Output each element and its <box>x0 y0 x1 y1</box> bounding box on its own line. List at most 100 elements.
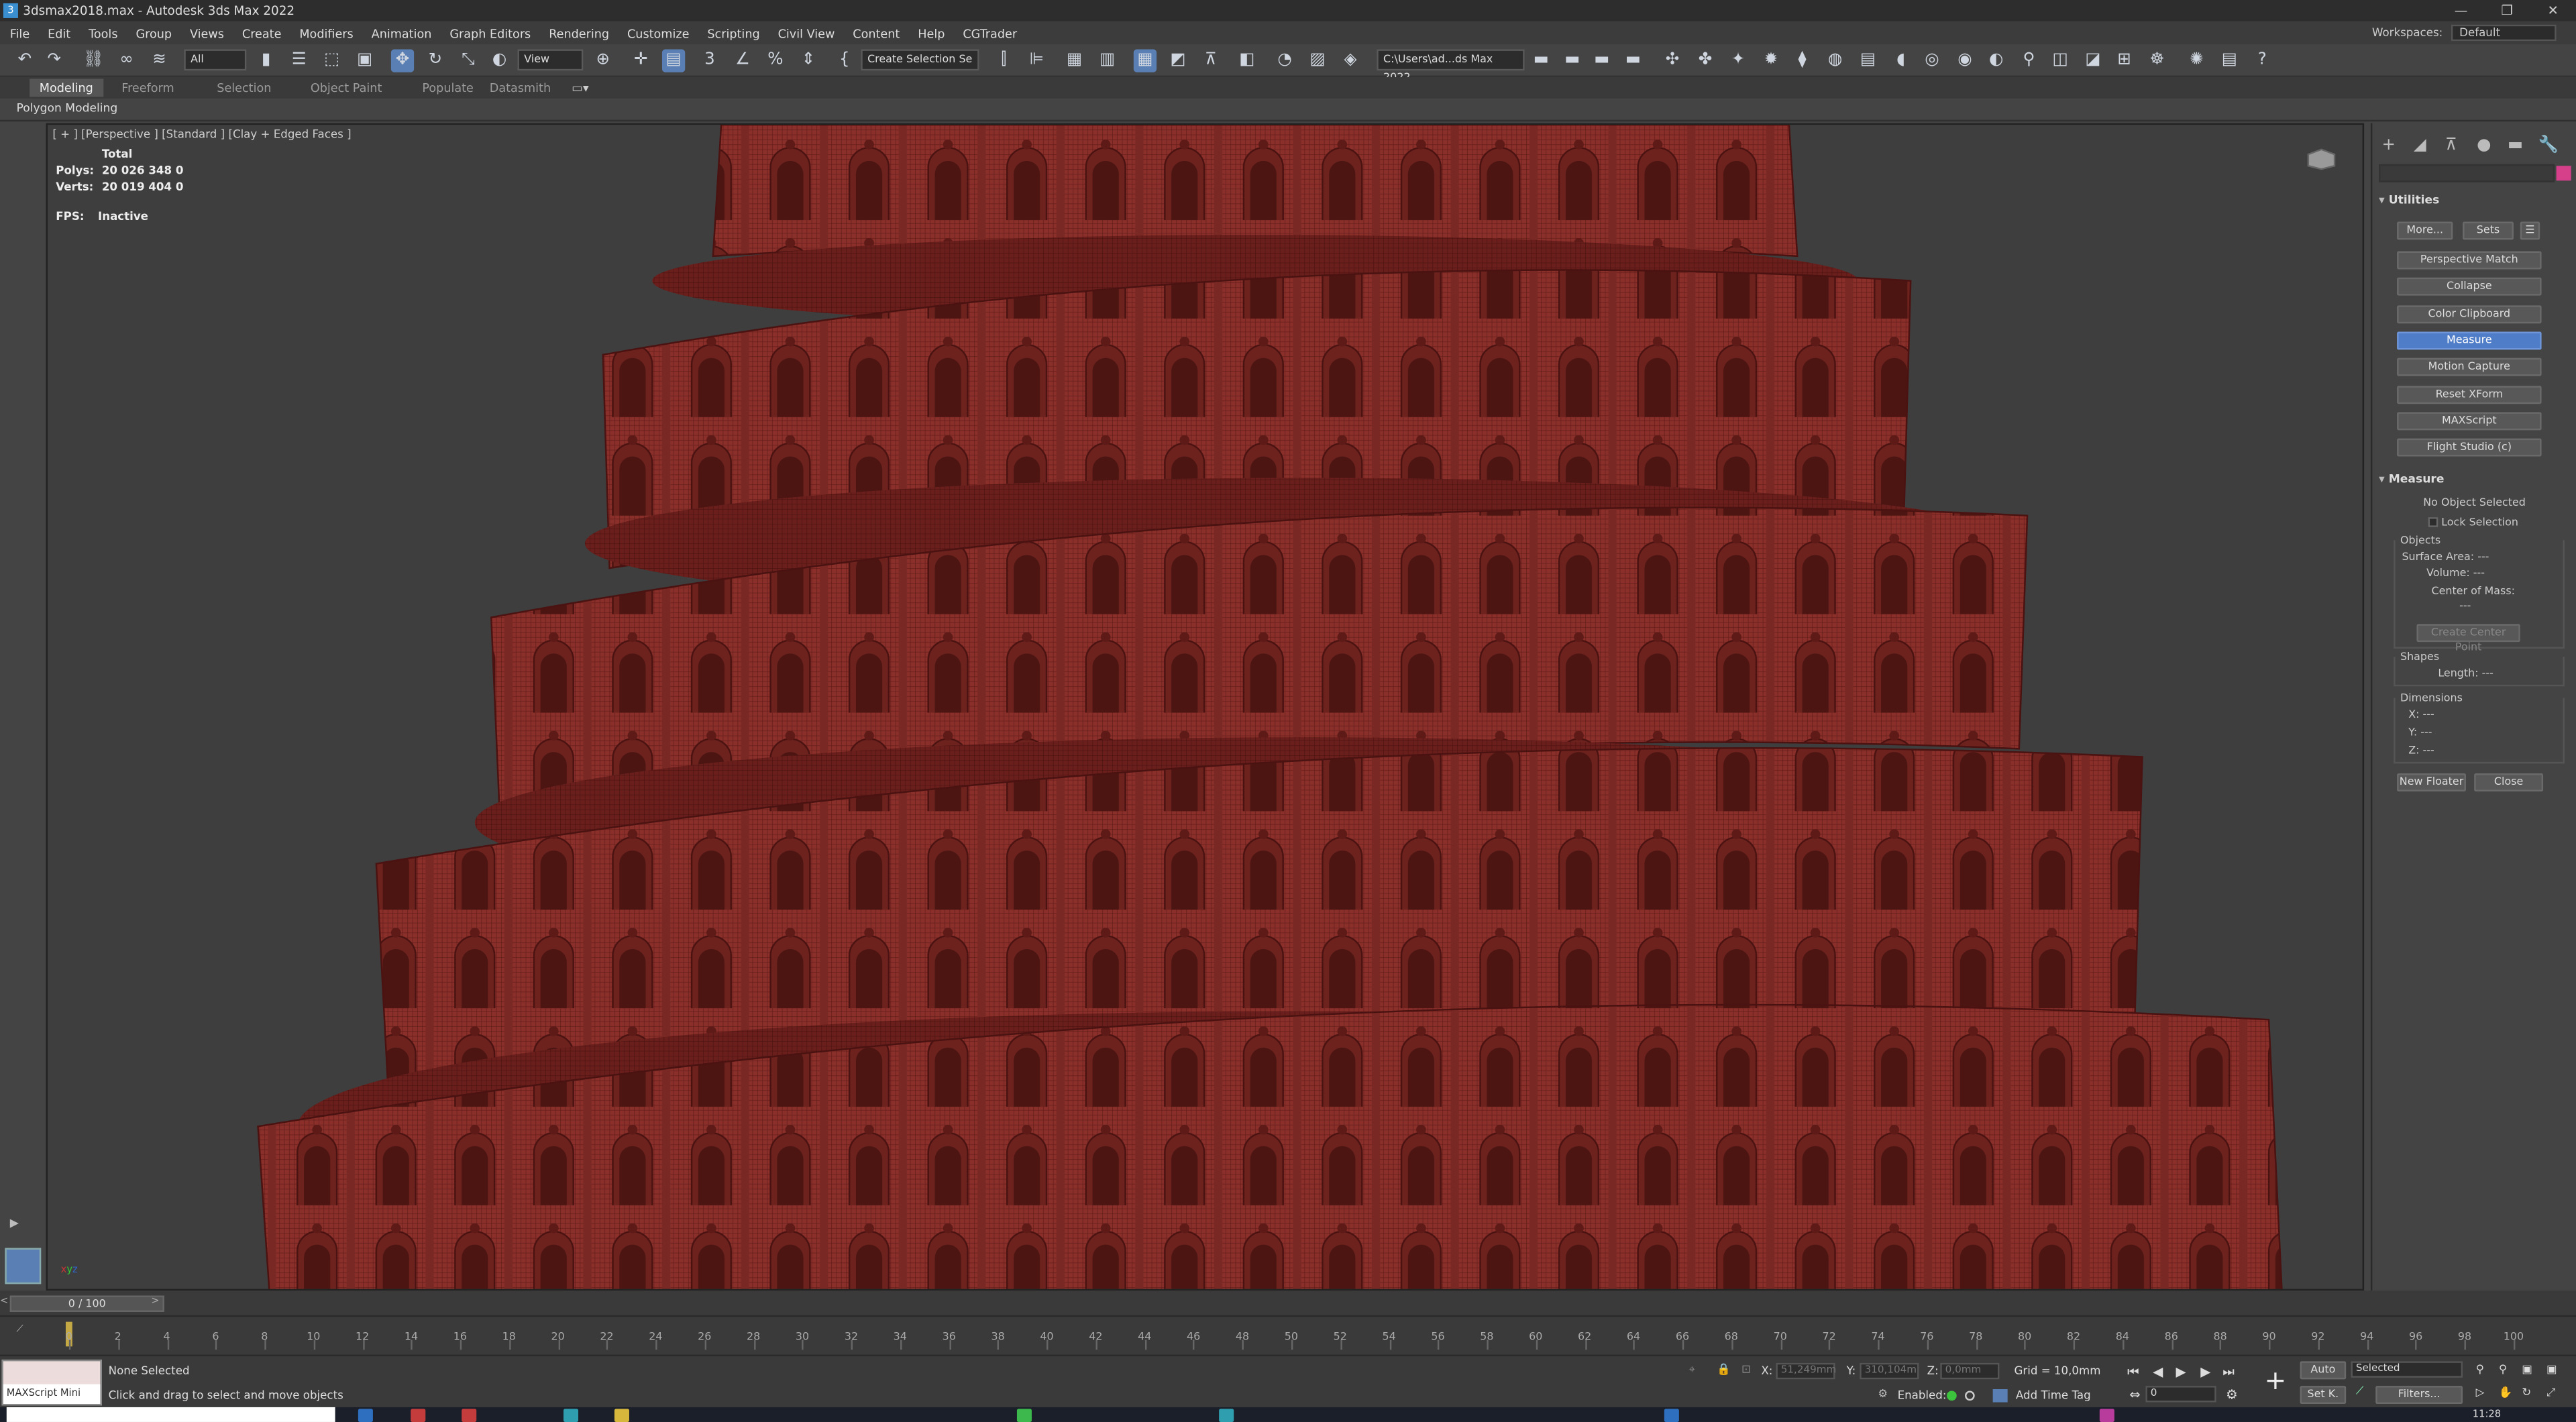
plugin-icon-6[interactable]: ◍ <box>1823 49 1846 72</box>
utility-button-perspective-match[interactable]: Perspective Match <box>2397 251 2542 270</box>
utility-button-measure[interactable]: Measure <box>2397 331 2542 350</box>
reference-coord-dropdown[interactable]: View <box>517 49 584 71</box>
utilities-rollout-title[interactable]: Utilities <box>2379 194 2568 207</box>
mirror-icon[interactable]: ⫿ <box>992 49 1015 72</box>
taskbar-app-icon-8[interactable] <box>2099 1409 2114 1422</box>
redo-icon[interactable]: ↷ <box>43 49 66 72</box>
layer-explorer-icon[interactable]: ▥ <box>1095 49 1118 72</box>
taskbar-app-icon-1[interactable] <box>358 1409 373 1422</box>
taskbar-app-icon-4[interactable] <box>564 1409 579 1422</box>
taskbar-3dsmax-icon[interactable] <box>1664 1409 1679 1422</box>
ribbon-tab-freeform[interactable]: Freeform <box>121 80 174 95</box>
link-icon[interactable]: ⛓ <box>82 49 105 72</box>
3ds-max-icon[interactable]: 3 <box>3 3 18 18</box>
plugin-icon-17[interactable]: ✺ <box>2185 49 2208 72</box>
next-frame-icon[interactable]: ▶ <box>2196 1363 2214 1381</box>
isolate-selection-icon[interactable]: ⌖ <box>1689 1363 1695 1378</box>
key-filter-selected-dropdown[interactable]: Selected <box>2351 1361 2463 1378</box>
selection-lock-icon[interactable]: 🔒 <box>1717 1363 1731 1376</box>
menu-create[interactable]: Create <box>242 25 282 40</box>
maxscript-mini-input[interactable]: MAXScript Mini <box>3 1384 101 1405</box>
select-by-name-icon[interactable]: ☰ <box>288 49 311 72</box>
unlink-icon[interactable]: ∞ <box>115 49 138 72</box>
x-coordinate-field[interactable]: 51,249mm <box>1776 1362 1836 1380</box>
auto-key-button[interactable]: Auto <box>2300 1361 2347 1380</box>
measure-rollout-title[interactable]: Measure <box>2379 473 2568 486</box>
plugin-icon-18[interactable]: ▤ <box>2218 49 2241 72</box>
angle-snap-icon[interactable]: ∠ <box>731 49 754 72</box>
goto-end-icon[interactable]: ⏭ <box>2220 1363 2238 1381</box>
utility-button-collapse[interactable]: Collapse <box>2397 278 2542 296</box>
object-color-swatch[interactable] <box>2556 166 2571 181</box>
time-slider-prev-icon[interactable]: < <box>0 1295 10 1307</box>
menu-animation[interactable]: Animation <box>372 25 432 40</box>
toggle-ribbon-icon[interactable]: ▦ <box>1133 49 1157 72</box>
select-object-icon[interactable]: ▮ <box>255 49 278 72</box>
time-tag-indicator-icon[interactable] <box>1965 1390 1975 1401</box>
scene-explorer-icon[interactable]: ▦ <box>1063 49 1086 72</box>
plugin-icon-5[interactable]: ⧫ <box>1790 49 1813 72</box>
time-slider[interactable]: 0 / 100 <box>9 1295 164 1312</box>
render-production-icon[interactable]: ◈ <box>1339 49 1362 72</box>
plugin-icon-3[interactable]: ✦ <box>1727 49 1750 72</box>
maximize-viewport-icon[interactable]: ⤢ <box>2546 1386 2555 1401</box>
save-project-icon[interactable]: ▬ <box>1561 49 1584 72</box>
utility-button-motion-capture[interactable]: Motion Capture <box>2397 358 2542 377</box>
plugin-icon-13[interactable]: ◫ <box>2049 49 2072 72</box>
ribbon-tab-populate[interactable]: Populate <box>422 80 473 95</box>
keyboard-shortcut-override-icon[interactable]: ▤ <box>661 49 686 72</box>
zoom-extents-icon[interactable]: ▣ <box>2522 1363 2532 1376</box>
plugin-icon-4[interactable]: ✹ <box>1760 49 1782 72</box>
select-move-icon[interactable]: ✥ <box>390 49 415 72</box>
project-path-dropdown[interactable]: C:\Users\ad...ds Max 2022 <box>1377 49 1525 84</box>
zoom-extents-all-icon[interactable]: ▣ <box>2546 1363 2557 1376</box>
expand-layout-icon[interactable]: ▶ <box>10 1217 26 1233</box>
y-coordinate-field[interactable]: 310,104m <box>1860 1362 1919 1380</box>
menu-edit[interactable]: Edit <box>48 25 70 40</box>
plugin-icon-7[interactable]: ▤ <box>1856 49 1879 72</box>
create-center-point-button[interactable]: Create Center Point <box>2416 624 2520 653</box>
hierarchy-tab-icon[interactable]: ⊼ <box>2441 136 2461 156</box>
taskbar-search-box[interactable] <box>6 1407 335 1422</box>
plugin-icon-9[interactable]: ◎ <box>1921 49 1943 72</box>
plugin-icon-15[interactable]: ⊞ <box>2112 49 2135 72</box>
previous-frame-icon[interactable]: ◀ <box>2149 1363 2167 1381</box>
time-configuration-icon[interactable]: ⚙ <box>2222 1386 2241 1404</box>
menu-scripting[interactable]: Scripting <box>707 25 759 40</box>
rectangular-selection-icon[interactable]: ⬚ <box>321 49 343 72</box>
enabled-indicator-icon[interactable] <box>1947 1390 1957 1401</box>
viewport-label-menu[interactable]: [ + ] [Perspective ] [Standard ] [Clay +… <box>52 128 351 142</box>
viewcube-icon[interactable] <box>2303 148 2339 170</box>
utility-button-maxscript[interactable]: MAXScript <box>2397 411 2542 430</box>
time-slider-next-icon[interactable]: > <box>151 1295 159 1307</box>
menu-rendering[interactable]: Rendering <box>549 25 609 40</box>
lock-selection-checkbox[interactable] <box>2428 517 2438 527</box>
plugin-icon-2[interactable]: ✤ <box>1694 49 1717 72</box>
perspective-viewport[interactable]: [ + ] [Perspective ] [Standard ] [Clay +… <box>46 123 2365 1291</box>
track-bar[interactable]: ⟋ 0 2 4 6 8 10 12 14 16 18 20 22 24 26 28 30 32 34 36 38 40 4… <box>0 1315 2576 1355</box>
curve-editor-toggle-icon[interactable]: ⟋ <box>16 1323 23 1337</box>
align-icon[interactable]: ⊫ <box>1025 49 1048 72</box>
menu-cgtrader[interactable]: CGTrader <box>963 25 1017 40</box>
set-key-button[interactable]: Set K. <box>2300 1386 2347 1405</box>
plugin-icon-14[interactable]: ◪ <box>2082 49 2104 72</box>
select-manipulate-icon[interactable]: ✛ <box>629 49 652 72</box>
key-mode-icon[interactable]: ⇔ <box>2126 1386 2144 1404</box>
plugin-icon-12[interactable]: ⚲ <box>2017 49 2040 72</box>
close-measure-button[interactable]: Close <box>2474 773 2544 791</box>
taskbar-app-icon-2[interactable] <box>411 1409 426 1422</box>
ribbon-tab-datasmith[interactable]: Datasmith <box>490 80 551 95</box>
plugin-icon-8[interactable]: ◖ <box>1889 49 1912 72</box>
taskbar-app-icon-3[interactable] <box>462 1409 477 1422</box>
zoom-all-icon[interactable]: ⚲ <box>2499 1363 2507 1376</box>
menu-content[interactable]: Content <box>853 25 900 40</box>
plugin-icon-16[interactable]: ☸ <box>2145 49 2168 72</box>
edit-named-selection-icon[interactable]: { <box>833 49 856 72</box>
ribbon-tab-modeling[interactable]: Modeling <box>30 78 103 97</box>
material-editor-icon[interactable]: ◧ <box>1236 49 1258 72</box>
workspace-dropdown[interactable]: Default <box>2451 24 2557 42</box>
place-icon[interactable]: ◐ <box>488 49 511 72</box>
menu-help[interactable]: Help <box>918 25 945 40</box>
absolute-mode-icon[interactable]: ⊡ <box>1741 1363 1751 1376</box>
close-icon[interactable]: ✕ <box>2530 0 2576 21</box>
